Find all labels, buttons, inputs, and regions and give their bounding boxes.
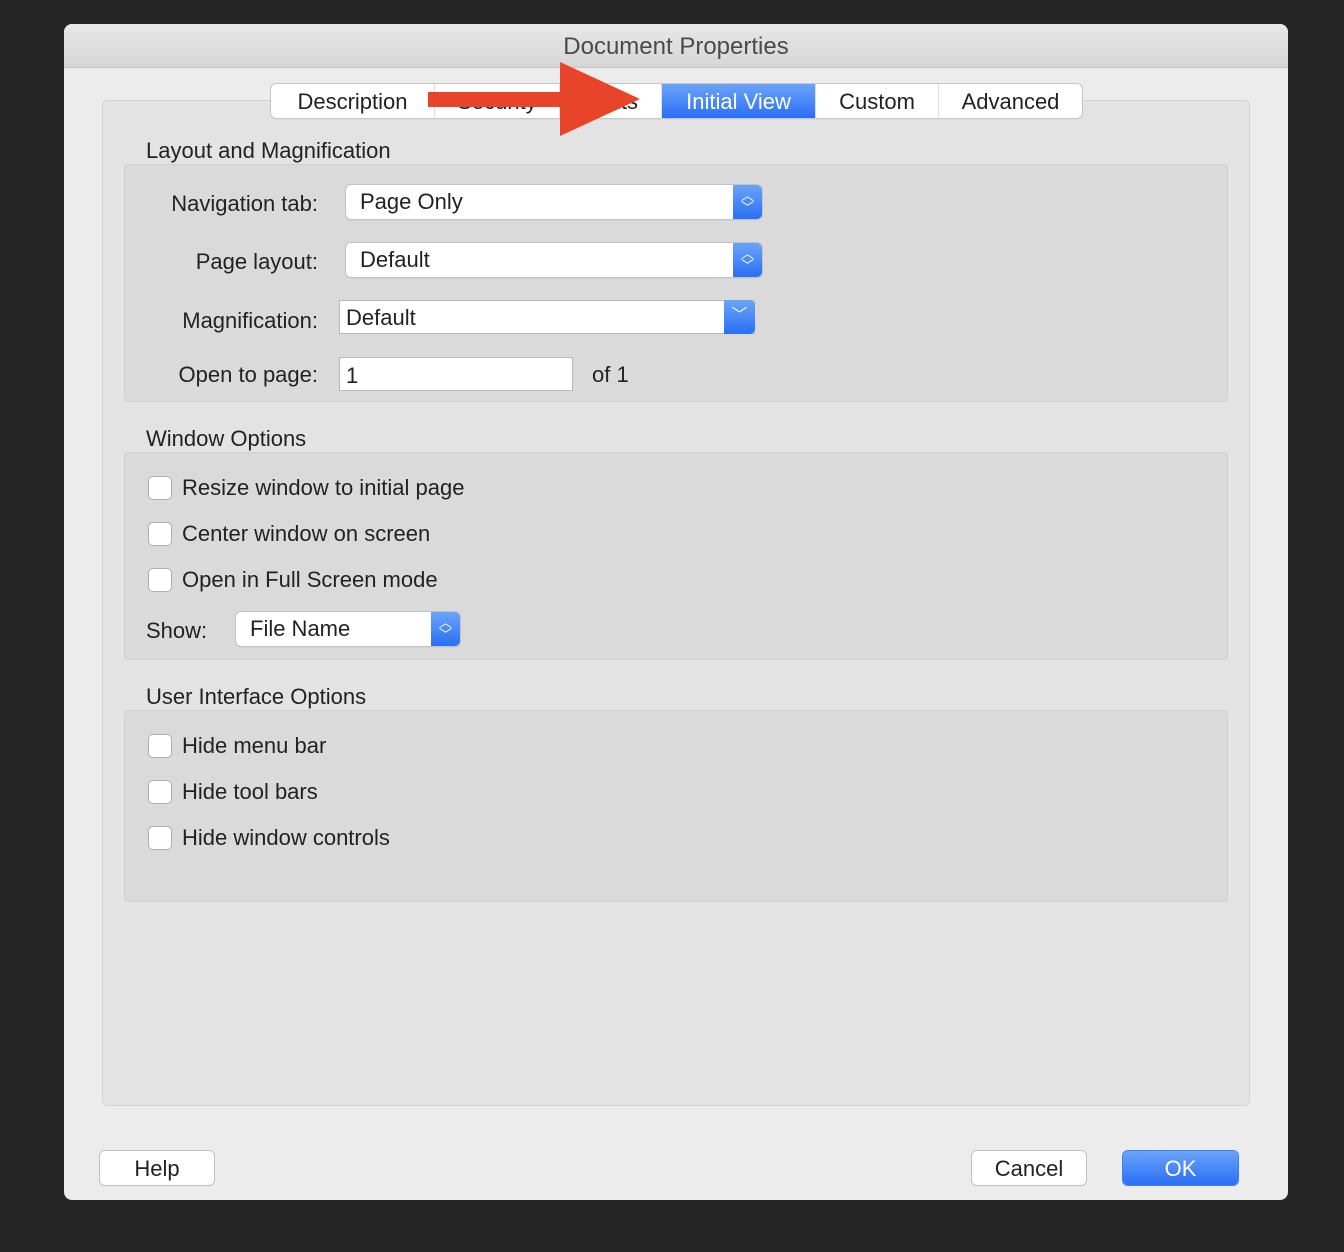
arrow-shaft	[428, 92, 564, 107]
arrow-head	[560, 62, 640, 136]
arrow-right-icon	[428, 62, 640, 136]
